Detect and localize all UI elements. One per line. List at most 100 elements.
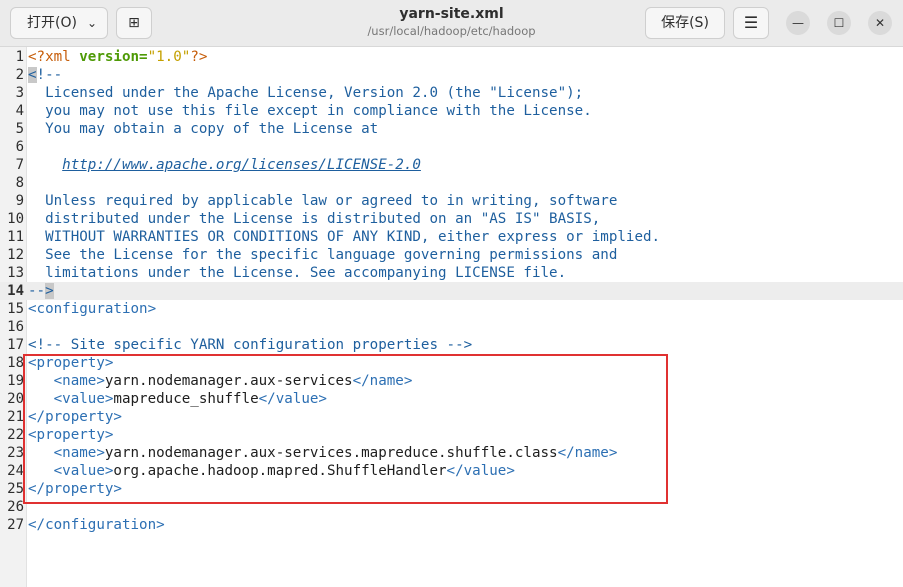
code-line[interactable]: 12 See the License for the specific lang… [0,246,903,264]
code-line[interactable]: 9 Unless required by applicable law or a… [0,192,903,210]
code-token: </value> [446,463,515,479]
code-token: <name> [28,373,105,389]
code-line[interactable]: 2 <!-- [0,66,903,84]
chevron-down-icon: ⌄ [86,16,97,30]
code-line[interactable]: 23 <name>yarn.nodemanager.aux-services.m… [0,444,903,462]
code-line[interactable]: 25 </property> [0,480,903,498]
code-line[interactable]: 18 <property> [0,354,903,372]
code-line[interactable]: 26 [0,498,903,516]
line-number: 11 [7,229,24,245]
line-text: <property> [28,426,113,444]
line-text: <!-- [28,66,62,84]
line-number: 10 [7,211,24,227]
line-text: <property> [28,354,113,372]
code-line[interactable]: 17 <!-- Site specific YARN configuration … [0,336,903,354]
line-text: distributed under the License is distrib… [28,210,600,228]
line-number: 26 [7,499,24,515]
new-tab-button[interactable]: ⊞ [116,7,152,39]
code-token: -- [28,283,46,299]
code-line[interactable]: 7 http://www.apache.org/licenses/LICENSE… [0,156,903,174]
code-line[interactable]: 11 WITHOUT WARRANTIES OR CONDITIONS OF A… [0,228,903,246]
window-title: yarn-site.xml [399,6,504,22]
open-button[interactable]: 打开(O) ⌄ [10,7,108,39]
line-text: Licensed under the Apache License, Versi… [28,84,583,102]
code-line[interactable]: 15 <configuration> [0,300,903,318]
line-number: 17 [7,337,24,353]
line-number: 7 [15,157,24,173]
line-text: Unless required by applicable law or agr… [28,192,617,210]
code-line[interactable]: 10 distributed under the License is dist… [0,210,903,228]
line-number: 14 [7,283,24,299]
code-token: WITHOUT WARRANTIES OR CONDITIONS OF ANY … [28,229,661,245]
code-line[interactable]: 1 <?xml version="1.0"?> [0,48,903,66]
code-line[interactable]: 22 <property> [0,426,903,444]
line-number: 25 [7,481,24,497]
line-text: WITHOUT WARRANTIES OR CONDITIONS OF ANY … [28,228,660,246]
code-token: <configuration> [28,301,157,317]
code-line[interactable]: 24 <value>org.apache.hadoop.mapred.Shuff… [0,462,903,480]
code-line[interactable]: 8 [0,174,903,192]
line-number: 15 [7,301,24,317]
save-button[interactable]: 保存(S) [645,7,725,39]
line-text: <!-- Site specific YARN configuration pr… [28,336,472,354]
close-icon: ✕ [874,16,886,30]
code-lines: 1 <?xml version="1.0"?> 2 <!-- 3 Licensed un… [0,48,903,534]
line-text: You may obtain a copy of the License at [28,120,378,138]
line-text: </property> [28,408,122,426]
code-token: <value> [28,391,114,407]
line-number: 19 [7,373,24,389]
line-number: 24 [7,463,24,479]
code-token: yarn.nodemanager.aux-services.mapreduce.… [104,445,558,461]
code-line[interactable]: 6 [0,138,903,156]
header-bar: 打开(O) ⌄ ⊞ yarn-site.xml /usr/local/hadoo… [0,0,903,47]
code-token: distributed under the License is distrib… [28,211,601,227]
code-line[interactable]: 14 --> [0,282,903,300]
code-token: </value> [258,391,327,407]
code-token: !-- [36,67,63,83]
code-line[interactable]: 20 <value>mapreduce_shuffle</value> [0,390,903,408]
code-line[interactable]: 3 Licensed under the Apache License, Ver… [0,84,903,102]
new-tab-icon: ⊞ [128,15,140,31]
code-token: <value> [28,463,114,479]
line-text: <?xml version="1.0"?> [28,48,207,66]
code-token: < [28,67,37,83]
text-editor-window: 打开(O) ⌄ ⊞ yarn-site.xml /usr/local/hadoo… [0,0,903,587]
code-line[interactable]: 13 limitations under the License. See ac… [0,264,903,282]
window-title-area: yarn-site.xml /usr/local/hadoop/etc/hado… [300,5,603,39]
line-text: limitations under the License. See accom… [28,264,566,282]
code-line[interactable]: 21 </property> [0,408,903,426]
code-editor[interactable]: 1 <?xml version="1.0"?> 2 <!-- 3 Licensed un… [0,47,903,587]
line-text: you may not use this file except in comp… [28,102,592,120]
code-token: > [45,283,54,299]
code-line[interactable]: 16 [0,318,903,336]
code-token: You may obtain a copy of the License at [28,121,379,137]
code-token: <!-- Site specific YARN configuration pr… [28,337,473,353]
code-token: http://www.apache.org/licenses/LICENSE-2… [62,157,421,173]
line-text: <value>mapreduce_shuffle</value> [28,390,327,408]
code-token: </name> [352,373,413,389]
line-number: 1 [15,49,24,65]
maximize-icon: ☐ [833,16,845,30]
line-number: 6 [15,139,24,155]
code-token: See the License for the specific languag… [28,247,618,263]
code-line[interactable]: 19 <name>yarn.nodemanager.aux-services</… [0,372,903,390]
close-button[interactable]: ✕ [868,11,892,35]
line-text: </configuration> [28,516,165,534]
maximize-button[interactable]: ☐ [827,11,851,35]
code-token: </configuration> [28,517,165,533]
minimize-button[interactable]: — [786,11,810,35]
line-number: 18 [7,355,24,371]
line-text: --> [28,282,54,300]
code-token: </property> [28,481,122,497]
line-number: 27 [7,517,24,533]
code-token: <name> [28,445,105,461]
hamburger-menu-icon: ☰ [743,13,759,32]
code-line[interactable]: 27 </configuration> [0,516,903,534]
code-line[interactable]: 5 You may obtain a copy of the License a… [0,120,903,138]
code-token: </property> [28,409,122,425]
line-number: 20 [7,391,24,407]
main-menu-button[interactable]: ☰ [733,7,769,39]
minimize-icon: — [792,16,804,30]
code-line[interactable]: 4 you may not use this file except in co… [0,102,903,120]
line-number: 21 [7,409,24,425]
